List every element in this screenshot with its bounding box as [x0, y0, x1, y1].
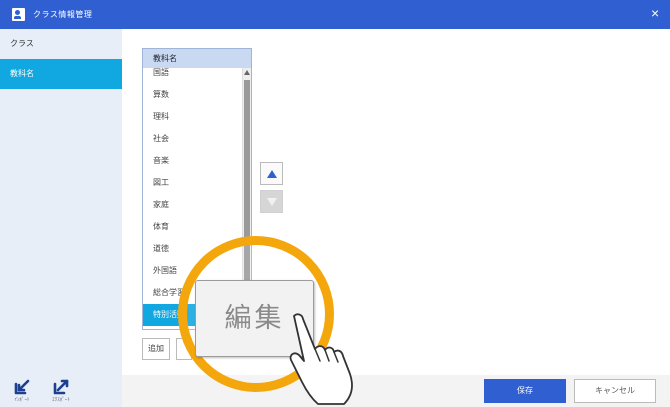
- title-bar: クラス情報管理 ×: [0, 0, 670, 29]
- sidebar-item-class[interactable]: クラス: [0, 29, 122, 59]
- close-icon[interactable]: ×: [651, 6, 659, 20]
- add-button[interactable]: 追加: [142, 338, 170, 360]
- move-up-button[interactable]: [260, 162, 283, 185]
- list-item[interactable]: 音楽: [143, 150, 242, 172]
- sidebar-item-subject[interactable]: 教科名: [0, 59, 122, 89]
- triangle-down-icon: [267, 198, 277, 206]
- window-title: クラス情報管理: [33, 10, 93, 19]
- scroll-up-icon[interactable]: [244, 70, 250, 75]
- save-button[interactable]: 保存: [484, 379, 566, 403]
- move-down-button[interactable]: [260, 190, 283, 213]
- list-item[interactable]: 社会: [143, 128, 242, 150]
- import-arrow-icon: [14, 379, 30, 395]
- export-caption: ｴｸｽﾎﾟｰﾄ: [52, 397, 70, 403]
- list-item[interactable]: 道徳: [143, 238, 242, 260]
- list-item[interactable]: 図工: [143, 172, 242, 194]
- pointing-hand-icon: [289, 313, 353, 405]
- list-item[interactable]: 家庭: [143, 194, 242, 216]
- scroll-thumb[interactable]: [244, 80, 250, 280]
- import-caption: ｲﾝﾎﾟｰﾄ: [14, 397, 30, 403]
- triangle-up-icon: [267, 170, 277, 178]
- list-item[interactable]: 理科: [143, 106, 242, 128]
- cancel-button[interactable]: キャンセル: [574, 379, 656, 403]
- edit-button-partial[interactable]: [176, 338, 192, 360]
- export-arrow-icon: [53, 379, 69, 395]
- list-item[interactable]: 算数: [143, 84, 242, 106]
- export-button[interactable]: ｴｸｽﾎﾟｰﾄ: [47, 377, 75, 405]
- list-item[interactable]: 体育: [143, 216, 242, 238]
- list-item[interactable]: 外国語: [143, 260, 242, 282]
- subject-list-header-text: 教科名: [143, 49, 251, 68]
- person-card-icon: [12, 8, 25, 21]
- import-button[interactable]: ｲﾝﾎﾟｰﾄ: [8, 377, 36, 405]
- sidebar: クラス 教科名 ｲﾝﾎﾟｰﾄ ｴｸｽﾎﾟｰﾄ: [0, 29, 122, 407]
- sidebar-tools: ｲﾝﾎﾟｰﾄ ｴｸｽﾎﾟｰﾄ: [0, 375, 122, 407]
